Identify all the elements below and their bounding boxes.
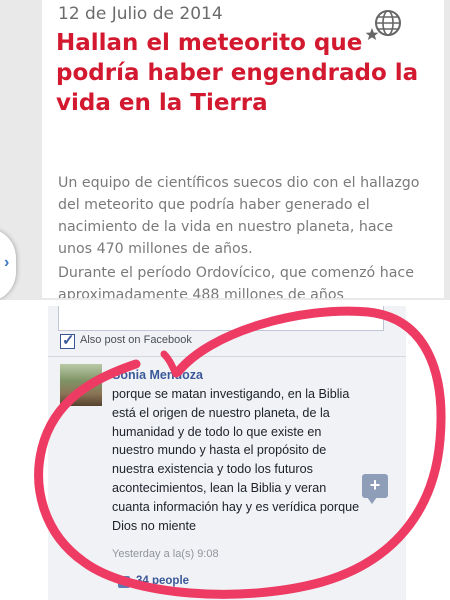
commenter-name[interactable]: Sonia Mendoza [112, 368, 203, 382]
add-comment-button[interactable]: + [362, 474, 388, 504]
article-paragraph-1: Un equipo de científicos suecos dio con … [58, 175, 420, 257]
thumbs-up-icon [118, 576, 130, 588]
comment-text: porque se matan investigando, en la Bibl… [112, 387, 360, 533]
comment-timestamp[interactable]: Yesterday a la(s) 9:08 [112, 548, 219, 560]
chevron-right-icon: › [4, 254, 10, 271]
also-post-label: Also post on Facebook [80, 334, 192, 346]
likes-count: 34 people [136, 575, 190, 587]
checkbox-icon[interactable] [60, 331, 75, 349]
article-title[interactable]: Hallan el meteorito que podría haber eng… [56, 28, 428, 118]
previous-article-tab[interactable]: › [0, 228, 16, 300]
reply-textarea[interactable] [58, 306, 384, 331]
article-card: 12 de Julio de 2014 Hallan el meteorito … [42, 0, 444, 298]
article-paragraph-2: Durante el período Ordovícico, que comen… [58, 265, 414, 298]
avatar[interactable] [60, 364, 102, 406]
article-date: 12 de Julio de 2014 [58, 4, 223, 24]
divider [48, 356, 406, 357]
article-panel: 12 de Julio de 2014 Hallan el meteorito … [0, 0, 450, 300]
